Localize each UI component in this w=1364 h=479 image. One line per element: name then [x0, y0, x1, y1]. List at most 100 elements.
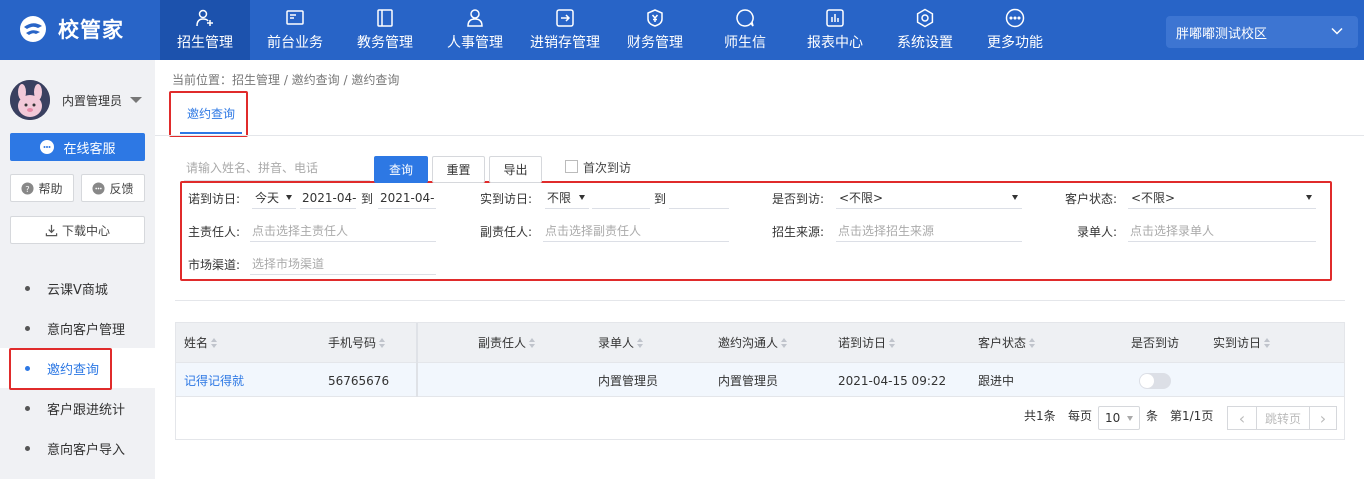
caret-down-icon	[130, 97, 143, 103]
promised-to-input[interactable]: 2021-04-	[378, 187, 436, 209]
more-icon	[1005, 8, 1025, 28]
column-header-label: 诺到访日	[838, 336, 887, 350]
column-header-promised-date[interactable]: 诺到访日	[838, 323, 896, 362]
column-header-status[interactable]: 客户状态	[978, 323, 1036, 362]
visited-select[interactable]: <不限>	[836, 187, 1022, 209]
campus-name: 胖嘟嘟测试校区	[1176, 26, 1268, 42]
jump-page-input[interactable]: 跳转页	[1256, 406, 1310, 430]
column-header-communicator[interactable]: 邀约沟通人	[718, 323, 788, 362]
first-visit-checkbox[interactable]	[565, 160, 578, 173]
help-button[interactable]: ? 帮助	[10, 174, 74, 202]
pager-page-info: 第1/1页	[1170, 409, 1214, 423]
reset-button[interactable]: 重置	[432, 156, 485, 183]
nav-item-messaging[interactable]: 师生信	[700, 0, 790, 60]
help-label: 帮助	[38, 181, 63, 196]
column-header-visited: 是否到访	[1131, 323, 1179, 362]
column-header-recorder[interactable]: 录单人	[598, 323, 644, 362]
nav-item-finance[interactable]: 财务管理	[610, 0, 700, 60]
nav-item-label: 招生管理	[177, 35, 233, 51]
column-header-deputy[interactable]: 副责任人	[478, 323, 536, 362]
owner-picker[interactable]: 点击选择主责任人	[250, 220, 436, 242]
export-button[interactable]: 导出	[489, 156, 542, 183]
status-label: 客户状态:	[1065, 192, 1118, 206]
bullet-icon	[25, 325, 30, 331]
deputy-placeholder: 点击选择副责任人	[545, 224, 642, 238]
per-page-select[interactable]: 10	[1098, 406, 1140, 430]
deputy-picker[interactable]: 点击选择副责任人	[543, 220, 729, 242]
tab-invitation-query[interactable]: 邀约查询	[180, 94, 242, 134]
cell-recorder: 内置管理员	[598, 374, 659, 388]
nav-item-label: 更多功能	[987, 35, 1043, 51]
visited-toggle[interactable]	[1139, 373, 1171, 389]
sidebar-item-label: 客户跟进统计	[47, 402, 126, 418]
query-button[interactable]: 查询	[374, 156, 428, 183]
feedback-button[interactable]: 反馈	[81, 174, 145, 202]
chat-bubble-icon	[736, 9, 754, 27]
bullet-icon	[25, 285, 30, 291]
actual-range-select[interactable]: 不限	[545, 187, 589, 209]
sidebar-item-invitation-query[interactable]: 邀约查询	[0, 348, 155, 388]
prev-page-button[interactable]: ‹	[1227, 406, 1257, 430]
dropdown-arrow-icon	[286, 195, 292, 200]
sort-icon	[211, 337, 218, 348]
recorder-picker[interactable]: 点击选择录单人	[1128, 220, 1316, 242]
next-page-button[interactable]: ›	[1309, 406, 1337, 430]
bar-chart-icon	[826, 9, 844, 27]
nav-item-hr[interactable]: 人事管理	[430, 0, 520, 60]
avatar	[10, 80, 50, 120]
promised-from-input[interactable]: 2021-04-1	[300, 187, 356, 209]
actual-to-input[interactable]	[669, 187, 729, 209]
cell-status: 跟进中	[978, 374, 1015, 388]
sidebar-item-vshop[interactable]: 云课V商城	[0, 268, 155, 308]
campus-selector[interactable]: 胖嘟嘟测试校区	[1166, 16, 1358, 48]
yuan-shield-icon	[647, 9, 663, 27]
nav-item-enrollment[interactable]: 招生管理	[160, 0, 250, 60]
nav-item-more[interactable]: 更多功能	[970, 0, 1060, 60]
channel-picker[interactable]: 选择市场渠道	[250, 253, 436, 275]
sidebar-item-label: 邀约查询	[47, 362, 100, 378]
actual-from-input[interactable]	[592, 187, 650, 209]
channel-placeholder: 选择市场渠道	[252, 257, 325, 271]
column-header-label: 是否到访	[1131, 336, 1180, 350]
brand-logo[interactable]: 校管家	[18, 14, 124, 44]
status-select[interactable]: <不限>	[1128, 187, 1316, 209]
online-service-button[interactable]: 在线客服	[10, 133, 145, 161]
feedback-label: 反馈	[109, 181, 134, 196]
sidebar-item-prospects[interactable]: 意向客户管理	[0, 308, 155, 348]
sidebar-item-followup-stats[interactable]: 客户跟进统计	[0, 388, 155, 428]
nav-item-label: 报表中心	[807, 35, 863, 51]
column-header-phone[interactable]: 手机号码	[328, 323, 386, 362]
actual-date-label: 实到访日:	[480, 192, 533, 206]
bullet-icon	[25, 405, 30, 411]
promised-range-select[interactable]: 今天	[252, 187, 296, 209]
question-icon: ?	[21, 181, 35, 195]
sort-icon	[1264, 337, 1271, 348]
nav-item-settings[interactable]: 系统设置	[880, 0, 970, 60]
column-header-label: 手机号码	[328, 336, 377, 350]
main-nav: 招生管理 前台业务 教务管理 人事管理 进销存管理 财务管理 师生信 报表中心	[160, 0, 1060, 60]
cell-communicator: 内置管理员	[718, 374, 779, 388]
sidebar-item-prospect-import[interactable]: 意向客户导入	[0, 428, 155, 468]
search-input[interactable]	[184, 155, 370, 181]
actual-range-value: 不限	[547, 191, 572, 205]
nav-item-academic[interactable]: 教务管理	[340, 0, 430, 60]
nav-item-inventory[interactable]: 进销存管理	[520, 0, 610, 60]
sidebar-item-label: 意向客户导入	[47, 442, 126, 458]
download-center-button[interactable]: 下载中心	[10, 216, 145, 244]
per-page-value: 10	[1105, 411, 1121, 425]
breadcrumb: 当前位置：招生管理 / 邀约查询 / 邀约查询	[172, 73, 400, 87]
gear-icon	[916, 8, 934, 28]
nav-item-label: 师生信	[724, 35, 766, 51]
source-picker[interactable]: 点击选择招生来源	[836, 220, 1022, 242]
column-header-actual-date[interactable]: 实到访日	[1213, 323, 1271, 362]
nav-item-reports[interactable]: 报表中心	[790, 0, 880, 60]
top-navigation-bar: 校管家 招生管理 前台业务 教务管理 人事管理 进销存管理 财务管理 师生信 报…	[0, 0, 1364, 60]
user-menu[interactable]: 内置管理员	[10, 80, 143, 120]
monitor-icon	[286, 10, 304, 25]
cell-name[interactable]: 记得记得就	[184, 363, 244, 398]
column-header-label: 邀约沟通人	[718, 336, 779, 350]
column-header-name[interactable]: 姓名	[184, 323, 218, 362]
table-header: 姓名 手机号码 副责任人 录单人 邀约沟通人 诺到访日 客户状态 是否到访 实到…	[176, 323, 1344, 362]
avatar-image	[10, 80, 50, 120]
nav-item-front-desk[interactable]: 前台业务	[250, 0, 340, 60]
